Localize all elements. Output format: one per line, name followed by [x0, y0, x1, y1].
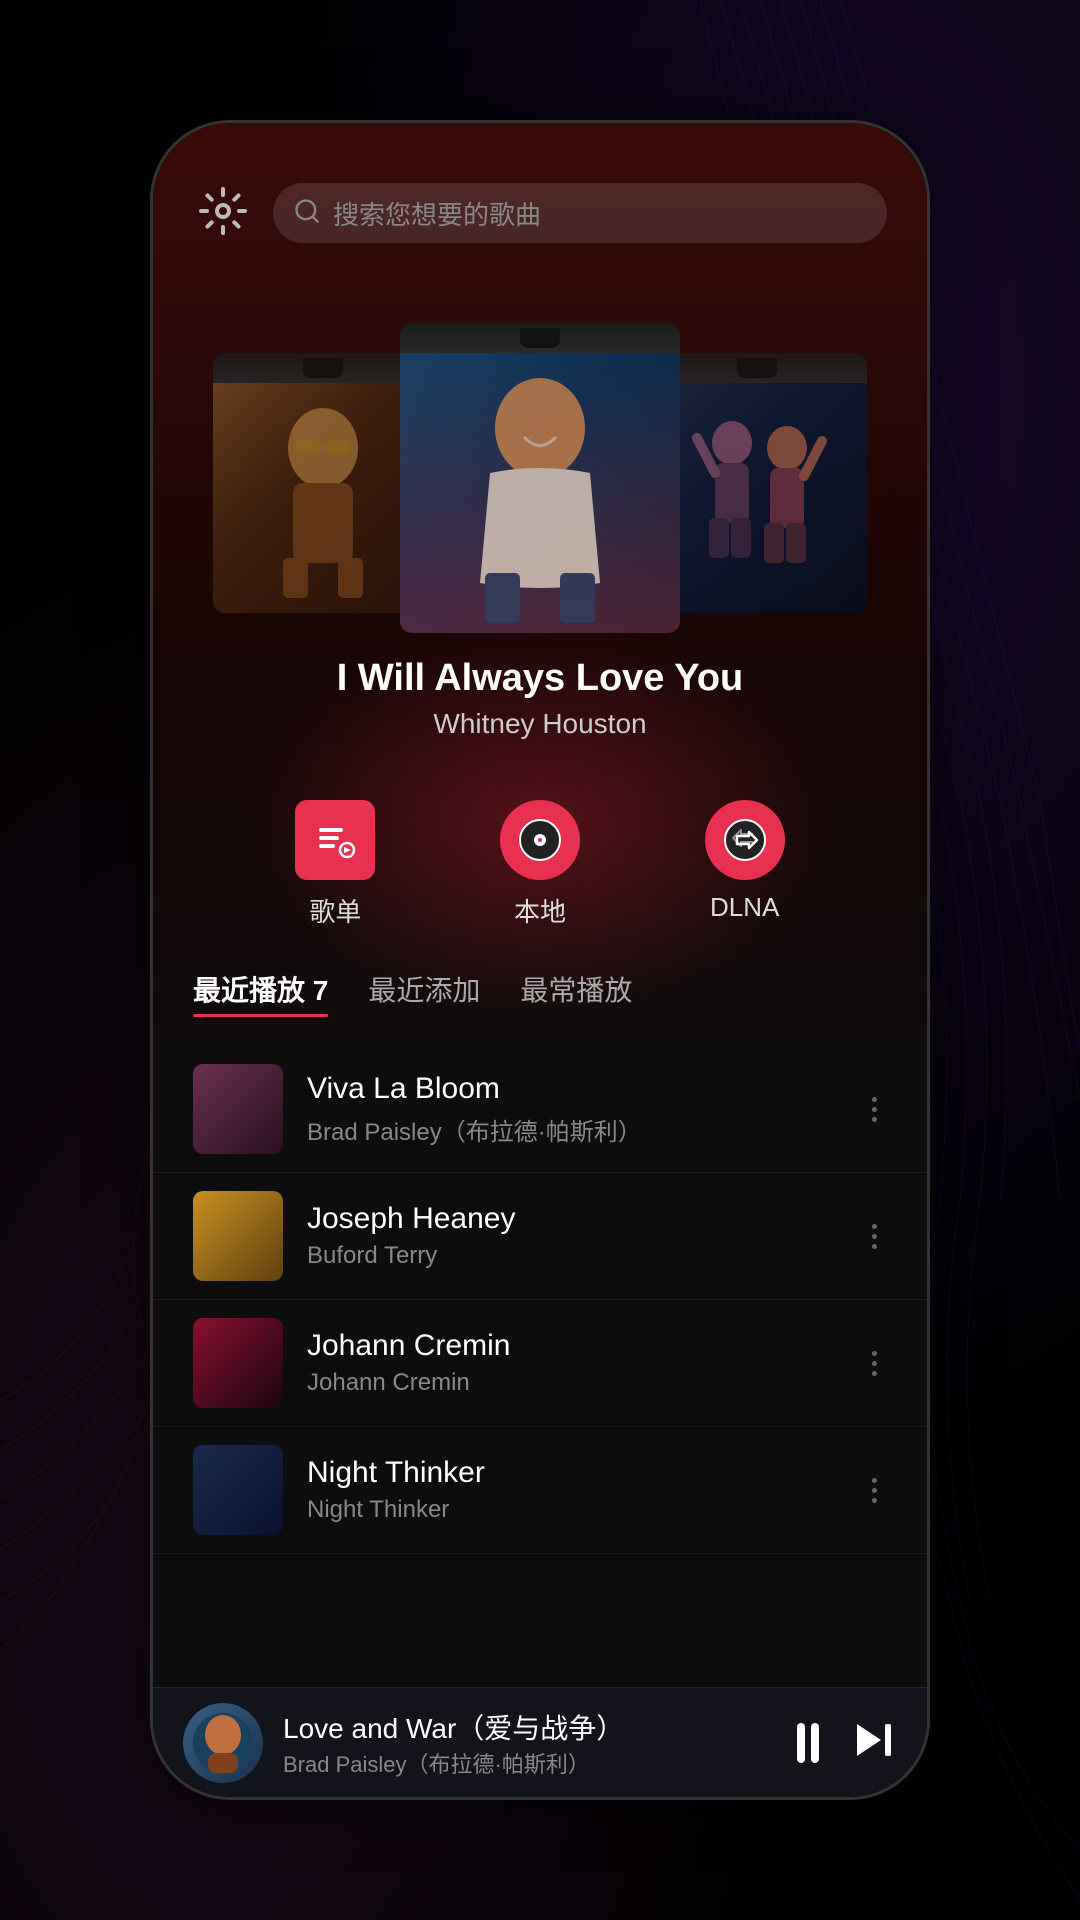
track-info: Joseph Heaney Buford Terry: [307, 1202, 838, 1270]
pause-icon: [797, 1723, 819, 1763]
track-thumbnail: [193, 1445, 283, 1535]
playlist-icon: [313, 818, 357, 862]
song-info: I Will Always Love You Whitney Houston: [153, 657, 927, 740]
track-thumbnail: [193, 1191, 283, 1281]
track-more-button[interactable]: [862, 1468, 887, 1513]
local-icon-bg: [500, 800, 580, 880]
track-thumbnail: [193, 1064, 283, 1154]
featured-song-title: I Will Always Love You: [193, 657, 887, 700]
track-item[interactable]: Night Thinker Night Thinker: [153, 1427, 927, 1554]
nav-local-label: 本地: [514, 892, 566, 929]
tab-recent[interactable]: 最近播放 7: [193, 969, 328, 1017]
album-carousel: [153, 273, 927, 633]
nav-playlist[interactable]: 歌单: [295, 800, 375, 929]
next-button[interactable]: [849, 1716, 897, 1769]
track-info: Night Thinker Night Thinker: [307, 1456, 838, 1524]
track-title: Joseph Heaney: [307, 1202, 838, 1236]
playlist-icon-bg: [295, 800, 375, 880]
library-tabs: 最近播放 7 最近添加 最常播放: [153, 949, 927, 1017]
track-artist: Johann Cremin: [307, 1369, 838, 1397]
track-info: Viva La Bloom Brad Paisley（布拉德·帕斯利）: [307, 1072, 838, 1147]
tab-most-played[interactable]: 最常播放: [520, 969, 632, 1017]
track-more-button[interactable]: [862, 1341, 887, 1386]
track-title: Viva La Bloom: [307, 1072, 838, 1106]
now-playing-artist: Brad Paisley（布拉德·帕斯利）: [283, 1747, 777, 1779]
nav-dlna-label: DLNA: [710, 892, 779, 923]
playback-controls: [797, 1716, 897, 1769]
track-thumbnail: [193, 1318, 283, 1408]
nav-playlist-label: 歌单: [309, 892, 361, 929]
track-more-button[interactable]: [862, 1214, 887, 1259]
track-item[interactable]: Joseph Heaney Buford Terry: [153, 1173, 927, 1300]
track-title: Night Thinker: [307, 1456, 838, 1490]
phone-screen: 搜索您想要的歌曲: [153, 123, 927, 1797]
track-artist: Brad Paisley（布拉德·帕斯利）: [307, 1112, 838, 1147]
track-artist: Buford Terry: [307, 1242, 838, 1270]
now-playing-thumbnail: [183, 1703, 263, 1783]
track-title: Johann Cremin: [307, 1329, 838, 1363]
phone-shell: 搜索您想要的歌曲: [150, 120, 930, 1800]
gear-icon: [199, 187, 247, 240]
now-playing-title: Love and War（爱与战争）: [283, 1707, 777, 1747]
track-artist: Night Thinker: [307, 1496, 838, 1524]
nav-local[interactable]: 本地: [500, 800, 580, 929]
track-item[interactable]: Johann Cremin Johann Cremin: [153, 1300, 927, 1427]
app-header: 搜索您想要的歌曲: [153, 123, 927, 263]
now-playing-art: [193, 1713, 253, 1773]
dlna-icon: [721, 816, 769, 864]
track-more-button[interactable]: [862, 1087, 887, 1132]
tab-label: 最近播放 7: [193, 975, 328, 1006]
nav-dlna[interactable]: DLNA: [705, 800, 785, 929]
skip-forward-icon: [849, 1716, 897, 1769]
search-placeholder-text: 搜索您想要的歌曲: [333, 195, 541, 232]
track-info: Johann Cremin Johann Cremin: [307, 1329, 838, 1397]
search-icon: [293, 197, 321, 230]
album-card-right[interactable]: [647, 353, 867, 613]
tab-newest[interactable]: 最近添加: [368, 969, 480, 1017]
now-playing-info: Love and War（爱与战争） Brad Paisley（布拉德·帕斯利）: [283, 1707, 777, 1779]
now-playing-bar[interactable]: Love and War（爱与战争） Brad Paisley（布拉德·帕斯利）: [153, 1687, 927, 1797]
search-bar[interactable]: 搜索您想要的歌曲: [273, 183, 887, 243]
local-icon: [516, 816, 564, 864]
featured-song-artist: Whitney Houston: [193, 708, 887, 740]
nav-categories: 歌单 本地: [153, 760, 927, 949]
album-card-center[interactable]: [400, 323, 680, 633]
track-list: Viva La Bloom Brad Paisley（布拉德·帕斯利）: [153, 1046, 927, 1554]
pause-button[interactable]: [797, 1723, 819, 1763]
phone-frame: 搜索您想要的歌曲: [150, 120, 930, 1800]
track-item[interactable]: Viva La Bloom Brad Paisley（布拉德·帕斯利）: [153, 1046, 927, 1173]
settings-button[interactable]: [193, 183, 253, 243]
dlna-icon-bg: [705, 800, 785, 880]
